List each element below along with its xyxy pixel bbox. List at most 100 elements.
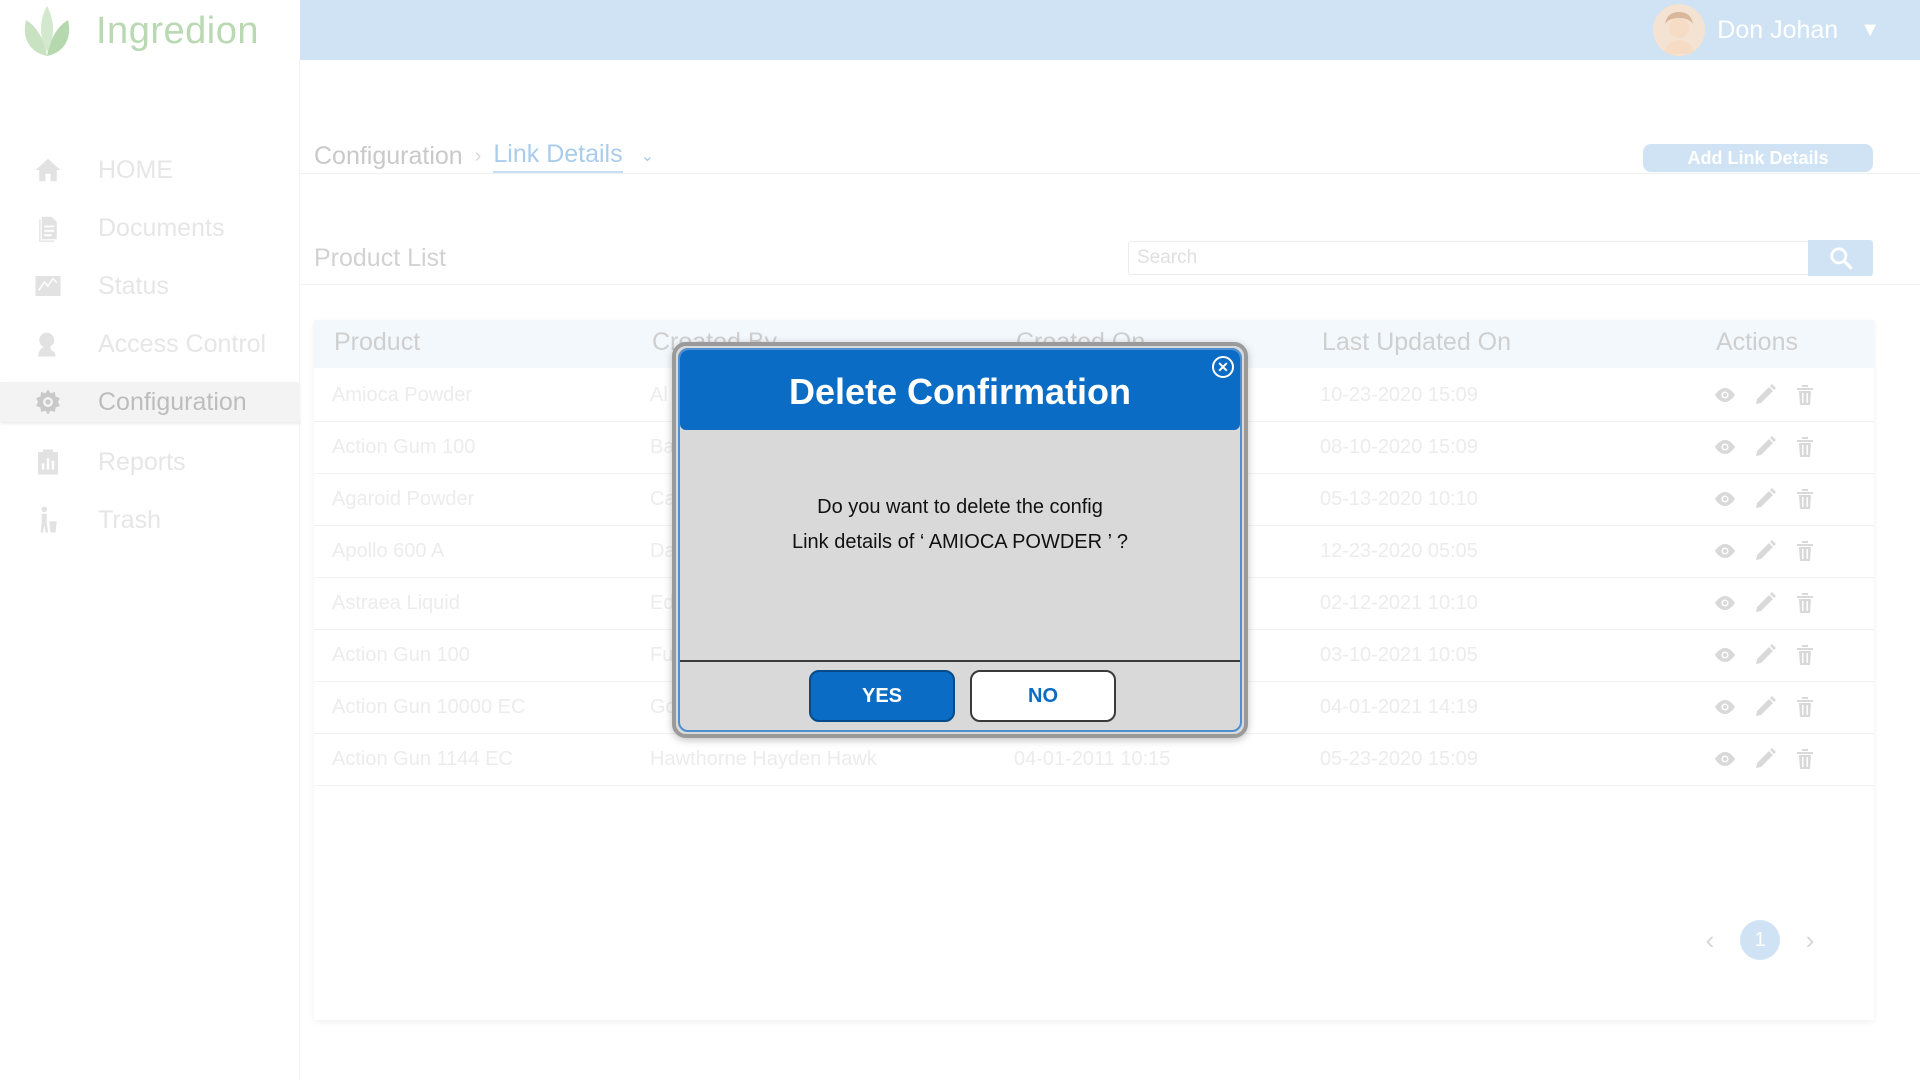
edit-icon[interactable] — [1752, 590, 1778, 616]
cell-product: Agaroid Powder — [332, 488, 475, 510]
cell-updated-on: 12-23-2020 05:05 — [1320, 540, 1478, 562]
cell-created-by: Al — [650, 384, 668, 406]
delete-icon[interactable] — [1792, 486, 1818, 512]
delete-confirmation-modal: Delete Confirmation ✕ Do you want to del… — [672, 342, 1248, 738]
trash-icon — [32, 504, 64, 536]
cell-updated-on: 10-23-2020 15:09 — [1320, 384, 1478, 406]
no-button[interactable]: NO — [970, 670, 1116, 722]
view-icon[interactable] — [1712, 642, 1738, 668]
modal-divider — [680, 660, 1240, 662]
column-header-actions: Actions — [1716, 328, 1798, 356]
sidebar-item-label: Access Control — [98, 329, 267, 358]
modal-message-line: Do you want to delete the config — [817, 496, 1103, 518]
breadcrumb-root[interactable]: Configuration — [314, 142, 463, 171]
edit-icon[interactable] — [1752, 538, 1778, 564]
chevron-down-icon[interactable]: ⌄ — [641, 146, 654, 166]
edit-icon[interactable] — [1752, 486, 1778, 512]
row-actions — [1712, 590, 1818, 616]
add-link-details-button[interactable]: Add Link Details — [1643, 144, 1873, 172]
cell-product: Action Gum 100 — [332, 436, 476, 458]
table-row: Action Gun 1144 EC Hawthorne Hayden Hawk 0… — [314, 734, 1874, 786]
cell-updated-on: 04-01-2021 14:19 — [1320, 696, 1478, 718]
delete-icon[interactable] — [1792, 746, 1818, 772]
documents-icon — [32, 212, 64, 244]
page-number-button[interactable]: 1 — [1740, 920, 1780, 960]
leaf-logo-icon — [24, 6, 70, 56]
delete-icon[interactable] — [1792, 434, 1818, 460]
row-actions — [1712, 694, 1818, 720]
divider — [300, 284, 1920, 285]
cell-product: Amioca Powder — [332, 384, 473, 406]
cell-updated-on: 08-10-2020 15:09 — [1320, 436, 1478, 458]
chevron-down-icon[interactable]: ▼ — [1860, 19, 1880, 42]
view-icon[interactable] — [1712, 486, 1738, 512]
sidebar-item-access-control[interactable]: Access Control — [0, 324, 300, 364]
view-icon[interactable] — [1712, 590, 1738, 616]
cell-updated-on: 03-10-2021 10:05 — [1320, 644, 1478, 666]
sidebar-item-label: Configuration — [98, 387, 247, 416]
reports-icon — [32, 446, 64, 478]
view-icon[interactable] — [1712, 382, 1738, 408]
edit-icon[interactable] — [1752, 382, 1778, 408]
row-actions — [1712, 434, 1818, 460]
pagination: ‹ 1 › — [1700, 920, 1820, 960]
delete-icon[interactable] — [1792, 590, 1818, 616]
cell-updated-on: 05-23-2020 15:09 — [1320, 748, 1478, 770]
cell-created-on: 04-01-2011 10:15 — [1014, 748, 1171, 770]
user-name[interactable]: Don Johan — [1717, 16, 1838, 45]
access-control-icon — [32, 328, 64, 360]
app-logo: Ingredion — [18, 2, 298, 60]
delete-icon[interactable] — [1792, 642, 1818, 668]
cell-product: Astraea Liquid — [332, 592, 460, 614]
sidebar-item-status[interactable]: Status — [0, 266, 300, 306]
modal-message-line: Link details of ‘ AMIOCA POWDER ’ ? — [791, 531, 1129, 553]
search-input[interactable]: Search — [1128, 241, 1810, 275]
view-icon[interactable] — [1712, 746, 1738, 772]
next-page-button[interactable]: › — [1800, 925, 1820, 956]
edit-icon[interactable] — [1752, 642, 1778, 668]
configuration-icon — [32, 386, 64, 418]
modal-title: Delete Confirmation — [788, 371, 1132, 412]
sidebar-item-trash[interactable]: Trash — [0, 500, 300, 540]
modal-header: Delete Confirmation ✕ — [680, 350, 1240, 430]
edit-icon[interactable] — [1752, 746, 1778, 772]
sidebar-item-label: Trash — [98, 505, 161, 534]
cell-product: Apollo 600 A — [332, 540, 445, 562]
home-icon — [32, 154, 64, 186]
sidebar-item-home[interactable]: HOME — [0, 150, 300, 190]
modal-message: Do you want to delete the config Link de… — [680, 490, 1240, 560]
status-icon — [32, 270, 64, 302]
row-actions — [1712, 746, 1818, 772]
view-icon[interactable] — [1712, 538, 1738, 564]
sidebar-item-label: Reports — [98, 447, 186, 476]
edit-icon[interactable] — [1752, 694, 1778, 720]
cell-product: Action Gun 1144 EC — [332, 748, 513, 770]
view-icon[interactable] — [1712, 434, 1738, 460]
sidebar-item-label: HOME — [98, 155, 173, 184]
sidebar-item-configuration[interactable]: Configuration — [0, 382, 300, 422]
column-header-last-updated[interactable]: Last Updated On — [1322, 328, 1511, 357]
delete-icon[interactable] — [1792, 538, 1818, 564]
avatar[interactable] — [1653, 4, 1706, 56]
edit-icon[interactable] — [1752, 434, 1778, 460]
divider — [300, 173, 1920, 174]
cell-product: Action Gun 100 — [332, 644, 470, 666]
sidebar-item-label: Documents — [98, 213, 225, 242]
close-icon[interactable]: ✕ — [1212, 356, 1234, 378]
search-button[interactable] — [1808, 240, 1873, 276]
sidebar: HOME Documents Status Access Control Con… — [0, 60, 300, 1080]
delete-icon[interactable] — [1792, 382, 1818, 408]
yes-button[interactable]: YES — [809, 670, 955, 722]
top-bar: Don Johan ▼ — [300, 0, 1920, 60]
cell-updated-on: 05-13-2020 10:10 — [1320, 488, 1478, 510]
search-icon — [1829, 247, 1852, 270]
breadcrumb-current[interactable]: Link Details — [493, 140, 623, 173]
delete-icon[interactable] — [1792, 694, 1818, 720]
prev-page-button[interactable]: ‹ — [1700, 925, 1720, 956]
sidebar-item-reports[interactable]: Reports — [0, 442, 300, 482]
user-menu[interactable]: Don Johan ▼ — [1653, 0, 1880, 60]
column-header-product[interactable]: Product — [334, 328, 420, 357]
view-icon[interactable] — [1712, 694, 1738, 720]
sidebar-item-documents[interactable]: Documents — [0, 208, 300, 248]
section-title: Product List — [314, 244, 447, 272]
